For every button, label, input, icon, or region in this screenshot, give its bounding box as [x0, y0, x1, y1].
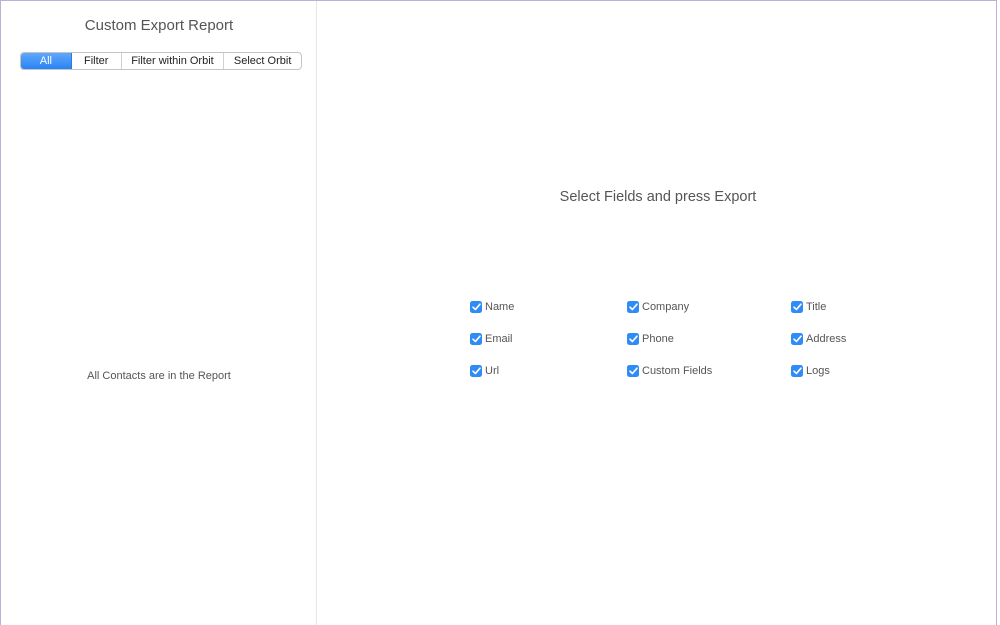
checkmark-icon[interactable]	[791, 333, 803, 345]
sidebar-status-text: All Contacts are in the Report	[87, 370, 231, 382]
field-url-checkbox[interactable]: Url	[470, 364, 499, 378]
main-panel: Select Fields and press Export Name Comp…	[318, 1, 996, 625]
checkmark-icon[interactable]	[627, 365, 639, 377]
checkmark-icon[interactable]	[470, 301, 482, 313]
field-logs-label: Logs	[806, 365, 830, 377]
checkmark-icon[interactable]	[791, 365, 803, 377]
segment-filter-within-orbit[interactable]: Filter within Orbit	[122, 53, 225, 69]
segment-filter[interactable]: Filter	[72, 53, 122, 69]
field-email-checkbox[interactable]: Email	[470, 332, 513, 346]
checkmark-icon[interactable]	[791, 301, 803, 313]
field-company-checkbox[interactable]: Company	[627, 300, 689, 314]
field-custom-fields-label: Custom Fields	[642, 365, 713, 377]
segment-select-orbit[interactable]: Select Orbit	[224, 53, 301, 69]
field-title-checkbox[interactable]: Title	[791, 300, 826, 314]
sidebar-title: Custom Export Report	[84, 17, 234, 34]
instruction-text: Select Fields and press Export	[559, 189, 757, 205]
field-company-label: Company	[642, 301, 690, 313]
checkmark-icon[interactable]	[470, 333, 482, 345]
checkmark-icon[interactable]	[470, 365, 482, 377]
field-address-checkbox[interactable]: Address	[791, 332, 846, 346]
field-email-label: Email	[485, 333, 513, 345]
field-name-label: Name	[485, 301, 515, 313]
segment-all[interactable]: All	[21, 53, 72, 69]
sidebar: Custom Export Report All Filter Filter w…	[1, 1, 317, 625]
field-address-label: Address	[806, 333, 847, 345]
checkmark-icon[interactable]	[627, 301, 639, 313]
field-custom-fields-checkbox[interactable]: Custom Fields	[627, 364, 712, 378]
field-phone-label: Phone	[642, 333, 674, 345]
field-title-label: Title	[806, 301, 827, 313]
report-scope-segmented-control: All Filter Filter within Orbit Select Or…	[20, 52, 302, 70]
field-logs-checkbox[interactable]: Logs	[791, 364, 830, 378]
field-url-label: Url	[485, 365, 500, 377]
export-window: Custom Export Report All Filter Filter w…	[0, 0, 997, 625]
checkmark-icon[interactable]	[627, 333, 639, 345]
field-name-checkbox[interactable]: Name	[470, 300, 514, 314]
field-phone-checkbox[interactable]: Phone	[627, 332, 674, 346]
